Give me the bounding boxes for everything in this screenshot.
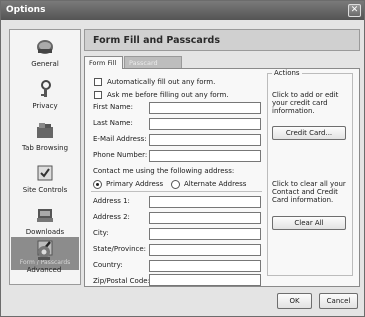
country-label: Country:: [93, 261, 123, 269]
alternate-address-label: Alternate Address: [184, 180, 247, 188]
ask-before-checkbox[interactable]: [94, 91, 102, 99]
primary-address-label: Primary Address: [106, 180, 164, 188]
state-label: State/Province:: [93, 245, 147, 253]
address2-field[interactable]: [149, 212, 261, 224]
address2-label: Address 2:: [93, 213, 130, 221]
auto-fill-checkbox[interactable]: [94, 78, 102, 86]
page-title: Form Fill and Passcards: [93, 35, 220, 46]
clear-all-button[interactable]: Clear All: [272, 216, 346, 230]
last-name-field[interactable]: [149, 118, 261, 130]
sidebar-item-label: General: [31, 60, 59, 68]
downloads-icon: [37, 209, 53, 222]
panel-header: Form Fill and Passcards: [84, 29, 360, 51]
sidebar-item-label: Tab Browsing: [21, 144, 69, 152]
options-window: Options ✕ General Privacy Tab Browsing S…: [0, 0, 365, 317]
credit-card-text: Click to add or edit your credit card in…: [272, 91, 339, 115]
tab-browsing-icon: [37, 123, 53, 138]
city-field[interactable]: [149, 228, 261, 240]
state-field[interactable]: [149, 244, 261, 256]
close-icon[interactable]: ✕: [348, 4, 361, 17]
auto-fill-label: Automatically fill out any form.: [107, 78, 216, 86]
address1-field[interactable]: [149, 196, 261, 208]
form-fill-panel: Form Fill and Passcards Form Fill Passca…: [84, 29, 360, 287]
country-field[interactable]: [149, 260, 261, 272]
sidebar-item-label: Privacy: [32, 102, 58, 110]
advanced-icon: [38, 246, 50, 260]
title-bar: Options ✕: [1, 1, 364, 20]
zip-label: Zip/Postal Code:: [93, 277, 150, 285]
actions-group: Actions Click to add or edit your credit…: [267, 69, 353, 276]
address-divider: [91, 191, 262, 192]
primary-address-radio[interactable]: [93, 180, 102, 189]
sidebar-item-label: Site Controls: [22, 186, 68, 194]
sidebar-item-label: Downloads: [25, 228, 65, 236]
form-fill-tab-content: Automatically fill out any form. Ask me …: [84, 68, 360, 287]
clear-all-text: Click to clear all your Contact and Cred…: [272, 180, 346, 204]
email-field[interactable]: [149, 134, 261, 146]
first-name-field[interactable]: [149, 102, 261, 114]
actions-legend: Actions: [272, 69, 302, 77]
sidebar-item-site-controls[interactable]: Site Controls: [11, 160, 79, 201]
tab-form-fill[interactable]: Form Fill: [84, 56, 123, 69]
last-name-label: Last Name:: [93, 119, 133, 127]
general-icon: [37, 40, 53, 54]
first-name-label: First Name:: [93, 103, 133, 111]
sidebar-item-tab-browsing[interactable]: Tab Browsing: [11, 118, 79, 159]
city-label: City:: [93, 229, 109, 237]
sidebar-item-advanced[interactable]: Advanced: [10, 240, 78, 281]
sidebar-item-general[interactable]: General: [11, 34, 79, 75]
zip-field[interactable]: [149, 274, 261, 286]
privacy-icon: [41, 80, 51, 97]
credit-card-button[interactable]: Credit Card...: [272, 126, 346, 140]
phone-label: Phone Number:: [93, 151, 148, 159]
phone-field[interactable]: [149, 150, 261, 162]
site-controls-icon: [37, 165, 53, 181]
ok-button[interactable]: OK: [277, 293, 312, 309]
email-label: E-Mail Address:: [93, 135, 147, 143]
contact-address-label: Contact me using the following address:: [93, 167, 235, 175]
alternate-address-radio[interactable]: [171, 180, 180, 189]
sidebar-item-label: Advanced: [26, 266, 62, 274]
cancel-button[interactable]: Cancel: [319, 293, 358, 309]
address1-label: Address 1:: [93, 197, 130, 205]
ask-before-label: Ask me before filling out any form.: [107, 91, 229, 99]
window-title: Options: [6, 5, 46, 15]
sidebar-item-privacy[interactable]: Privacy: [11, 76, 79, 117]
